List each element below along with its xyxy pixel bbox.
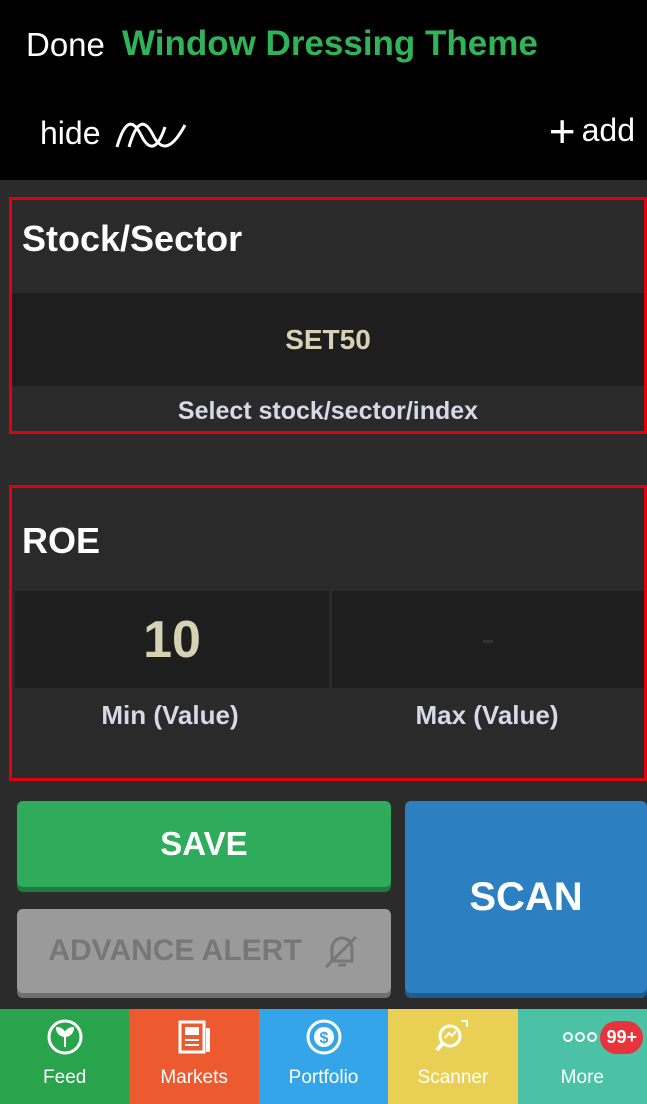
tab-feed[interactable]: Feed bbox=[0, 1009, 130, 1104]
roe-title: ROE bbox=[22, 520, 101, 561]
add-button[interactable]: + add bbox=[548, 104, 635, 157]
done-button[interactable]: Done bbox=[26, 26, 105, 64]
hide-label: hide bbox=[40, 115, 101, 151]
tab-markets-label: Markets bbox=[160, 1067, 228, 1088]
alert-off-icon bbox=[324, 935, 357, 969]
tab-portfolio-label: Portfolio bbox=[288, 1067, 359, 1088]
save-button[interactable]: SAVE bbox=[17, 801, 391, 887]
page-title: Window Dressing Theme bbox=[122, 24, 538, 63]
advance-alert-label: ADVANCE ALERT bbox=[48, 934, 302, 967]
roe-max-input[interactable]: - bbox=[332, 591, 644, 688]
markets-icon bbox=[174, 1017, 214, 1057]
roe-min-caption: Min (Value) bbox=[101, 700, 239, 730]
tab-bar: Feed Markets $ Portfolio Scanner More 99… bbox=[0, 1009, 647, 1104]
svg-text:$: $ bbox=[319, 1030, 328, 1047]
roe-section: ROE 10 - Min (Value) Max (Value) bbox=[9, 485, 647, 781]
stock-sector-caption: Select stock/sector/index bbox=[177, 397, 479, 425]
tab-scanner-label: Scanner bbox=[417, 1067, 489, 1088]
wave-icon bbox=[115, 122, 186, 147]
tab-scanner[interactable]: Scanner bbox=[388, 1009, 518, 1104]
tab-markets[interactable]: Markets bbox=[129, 1009, 259, 1104]
scan-button[interactable]: SCAN bbox=[405, 801, 647, 993]
hide-button[interactable]: hide bbox=[40, 115, 191, 152]
notification-badge: 99+ bbox=[600, 1021, 644, 1054]
stock-sector-section: Stock/Sector SET50 Select stock/sector/i… bbox=[9, 197, 647, 434]
stock-sector-title: Stock/Sector bbox=[22, 218, 243, 259]
tab-more[interactable]: More 99+ bbox=[517, 1009, 647, 1104]
tab-portfolio[interactable]: $ Portfolio bbox=[258, 1009, 389, 1104]
more-icon bbox=[562, 1017, 602, 1057]
roe-max-caption: Max (Value) bbox=[415, 700, 559, 730]
stock-sector-value[interactable]: SET50 bbox=[12, 293, 644, 386]
portfolio-icon: $ bbox=[304, 1017, 344, 1057]
add-label: add bbox=[581, 112, 635, 148]
tab-feed-label: Feed bbox=[43, 1067, 87, 1088]
top-bar: Done Window Dressing Theme hide + add bbox=[0, 0, 647, 180]
plus-icon: + bbox=[548, 104, 576, 157]
tab-more-label: More bbox=[560, 1067, 604, 1088]
scanner-icon bbox=[433, 1017, 473, 1057]
advance-alert-button[interactable]: ADVANCE ALERT bbox=[17, 909, 391, 993]
feed-icon bbox=[45, 1017, 85, 1057]
roe-min-input[interactable]: 10 bbox=[15, 591, 329, 688]
